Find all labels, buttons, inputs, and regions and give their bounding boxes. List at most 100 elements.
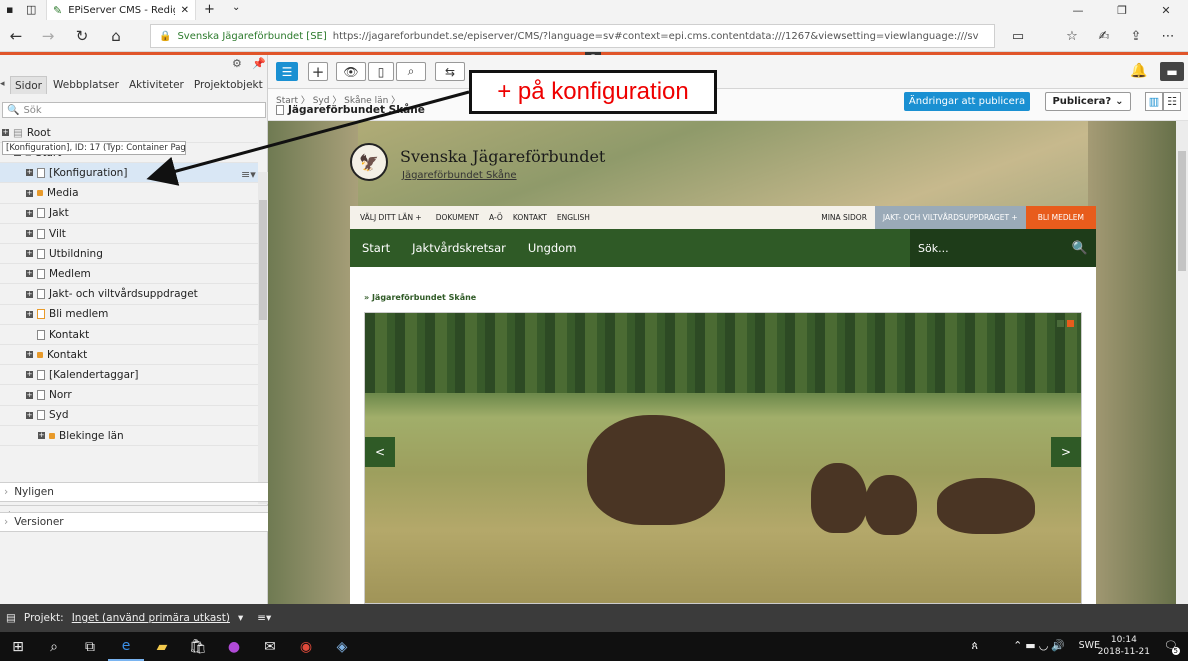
pin-icon[interactable]: 📌 bbox=[252, 57, 266, 70]
forward-icon[interactable]: → bbox=[32, 20, 64, 52]
back-icon[interactable]: ← bbox=[0, 20, 32, 52]
tree-node[interactable]: + Vilt bbox=[0, 224, 258, 244]
bli-medlem-button[interactable]: BLI MEDLEM bbox=[1025, 206, 1096, 229]
toggle-navigation-pane-button[interactable]: ☰ bbox=[276, 62, 298, 81]
expand-toggle-icon[interactable]: + bbox=[26, 351, 33, 359]
expand-toggle-icon[interactable]: + bbox=[26, 189, 33, 197]
app-icon[interactable]: ● bbox=[216, 632, 252, 661]
all-properties-icon[interactable]: ☷ bbox=[1163, 92, 1181, 111]
search-icon[interactable]: 🔍 bbox=[1072, 241, 1088, 256]
on-page-edit-icon[interactable]: ▥ bbox=[1145, 92, 1163, 111]
app-icon[interactable]: ◈ bbox=[324, 632, 360, 661]
changes-to-publish-button[interactable]: Ändringar att publicera bbox=[904, 92, 1030, 111]
main-nav-kretsar[interactable]: Jaktvårdskretsar bbox=[412, 241, 506, 255]
file-explorer-icon[interactable]: ▰ bbox=[144, 632, 180, 661]
top-nav-item[interactable]: ENGLISH bbox=[557, 213, 590, 222]
scrollbar-thumb[interactable] bbox=[259, 200, 267, 320]
publish-menu-button[interactable]: Publicera? ⌄ bbox=[1045, 92, 1131, 111]
mina-sidor-link[interactable]: MINA SIDOR bbox=[813, 213, 875, 222]
tree-node[interactable]: + Norr bbox=[0, 386, 258, 406]
slide-dot-active[interactable] bbox=[1067, 320, 1074, 327]
top-nav-item[interactable]: A-Ö bbox=[489, 213, 503, 222]
people-icon[interactable]: ጰ bbox=[971, 639, 978, 653]
tree-node[interactable]: + Bli medlem bbox=[0, 305, 258, 325]
hero-slider[interactable]: < > bbox=[364, 312, 1082, 604]
expand-toggle-icon[interactable]: + bbox=[2, 129, 9, 136]
mail-icon[interactable]: ✉ bbox=[252, 632, 288, 661]
versions-panel-header[interactable]: › Versioner bbox=[0, 512, 268, 532]
browser-tab[interactable]: ✎ EPiServer CMS - Redige ✕ bbox=[46, 0, 196, 20]
expand-toggle-icon[interactable]: + bbox=[38, 432, 45, 439]
slide-dot[interactable] bbox=[1057, 320, 1064, 327]
tree-node[interactable]: + Syd bbox=[0, 406, 258, 426]
project-selector[interactable]: Inget (använd primära utkast) bbox=[72, 612, 230, 624]
reading-view-icon[interactable]: ▭ bbox=[1002, 20, 1034, 52]
tabs-aside-icon[interactable]: ◫ bbox=[26, 3, 36, 16]
view-settings-icon[interactable]: ⌕ bbox=[396, 62, 426, 81]
compare-icon[interactable]: ⇆ bbox=[435, 62, 465, 81]
tree-node[interactable]: + Jakt bbox=[0, 204, 258, 224]
address-bar[interactable]: 🔒 Svenska Jägareförbundet [SE] https://j… bbox=[150, 24, 995, 48]
create-content-button[interactable]: + bbox=[308, 62, 328, 81]
task-view-icon[interactable]: ⧉ bbox=[72, 632, 108, 661]
tree-node[interactable]: + Utbildning bbox=[0, 244, 258, 265]
settings-gear-icon[interactable]: ⚙ bbox=[232, 57, 242, 70]
expand-toggle-icon[interactable]: + bbox=[26, 411, 33, 419]
page-search-input[interactable]: 🔍 Sök bbox=[2, 102, 266, 118]
expand-toggle-icon[interactable]: + bbox=[26, 290, 33, 298]
tree-node[interactable]: + Jakt- och viltvårdsuppdraget bbox=[0, 285, 258, 305]
minimize-icon[interactable]: — bbox=[1056, 0, 1100, 20]
project-menu-icon[interactable]: ≡▾ bbox=[257, 612, 271, 624]
slider-prev-button[interactable]: < bbox=[365, 437, 395, 467]
maximize-icon[interactable]: ❐ bbox=[1100, 0, 1144, 20]
tree-node[interactable]: + Medlem bbox=[0, 264, 258, 285]
edge-browser-icon[interactable]: e bbox=[108, 632, 144, 661]
expand-toggle-icon[interactable]: + bbox=[26, 169, 33, 177]
assets-pane-toggle-button[interactable]: ▬ bbox=[1160, 62, 1184, 81]
home-icon[interactable]: ⌂ bbox=[100, 20, 132, 52]
window-close-icon[interactable]: ✕ bbox=[1144, 0, 1188, 20]
notifications-bell-icon[interactable]: 🔔 bbox=[1130, 63, 1147, 79]
chevron-down-icon[interactable]: ▾ bbox=[238, 612, 243, 624]
close-tab-icon[interactable]: ✕ bbox=[181, 5, 189, 16]
site-logo[interactable]: 🦅 bbox=[350, 143, 388, 181]
tree-node[interactable]: + Kontakt bbox=[0, 345, 258, 366]
system-tray-icons[interactable]: ⌃▬◡🔊 bbox=[1013, 639, 1068, 652]
store-icon[interactable]: 🛍 bbox=[180, 632, 216, 661]
context-menu-icon[interactable]: ≡▾ bbox=[241, 168, 256, 181]
site-breadcrumb[interactable]: » Jägareförbundet Skåne bbox=[364, 293, 476, 302]
preview-eye-icon[interactable]: 👁 bbox=[336, 62, 366, 81]
tab-projektobjekt[interactable]: Projektobjekt bbox=[190, 76, 267, 94]
top-nav-item[interactable]: VÄLJ DITT LÄN + bbox=[360, 213, 422, 222]
site-org-name[interactable]: Svenska Jägareförbundet bbox=[400, 147, 605, 166]
site-sub-org[interactable]: Jägareförbundet Skåne bbox=[402, 170, 517, 181]
tab-list-chevron-icon[interactable]: ⌄ bbox=[232, 2, 240, 13]
new-tab-icon[interactable]: + bbox=[204, 2, 215, 17]
tab-sidor[interactable]: Sidor bbox=[10, 76, 47, 94]
main-nav-start[interactable]: Start bbox=[362, 241, 390, 255]
share-icon[interactable]: ⇪ bbox=[1120, 20, 1152, 52]
tree-node[interactable]: + [Kalendertaggar] bbox=[0, 365, 258, 386]
more-icon[interactable]: ⋯ bbox=[1152, 20, 1184, 52]
expand-toggle-icon[interactable]: + bbox=[26, 310, 33, 318]
tab-aktiviteter[interactable]: Aktiviteter bbox=[125, 76, 188, 94]
main-nav-ungdom[interactable]: Ungdom bbox=[528, 241, 577, 255]
recent-panel-header[interactable]: › Nyligen bbox=[0, 482, 268, 502]
scroll-left-icon[interactable]: ◂ bbox=[0, 79, 5, 89]
favorites-icon[interactable]: ☆ bbox=[1056, 20, 1088, 52]
jakt-uppdraget-link[interactable]: JAKT- OCH VILTVÅRDSUPPDRAGET + bbox=[874, 206, 1026, 229]
tab-actions-icon[interactable]: ▪ bbox=[6, 3, 13, 16]
device-preview-icon[interactable]: ▯ bbox=[368, 62, 394, 81]
site-search-input[interactable]: Sök... 🔍 bbox=[910, 229, 1096, 267]
expand-toggle-icon[interactable]: + bbox=[26, 391, 33, 399]
expand-toggle-icon[interactable]: + bbox=[26, 270, 33, 278]
slider-next-button[interactable]: > bbox=[1051, 437, 1081, 467]
expand-toggle-icon[interactable]: + bbox=[26, 209, 33, 217]
refresh-icon[interactable]: ↻ bbox=[66, 20, 98, 52]
tab-webbplatser[interactable]: Webbplatser bbox=[49, 76, 123, 94]
expand-toggle-icon[interactable]: + bbox=[26, 230, 33, 237]
tree-node[interactable]: + Blekinge län bbox=[0, 426, 258, 446]
notes-icon[interactable]: ✍ bbox=[1088, 20, 1120, 52]
expand-toggle-icon[interactable]: + bbox=[26, 250, 33, 258]
search-icon[interactable]: ⌕ bbox=[36, 632, 72, 661]
